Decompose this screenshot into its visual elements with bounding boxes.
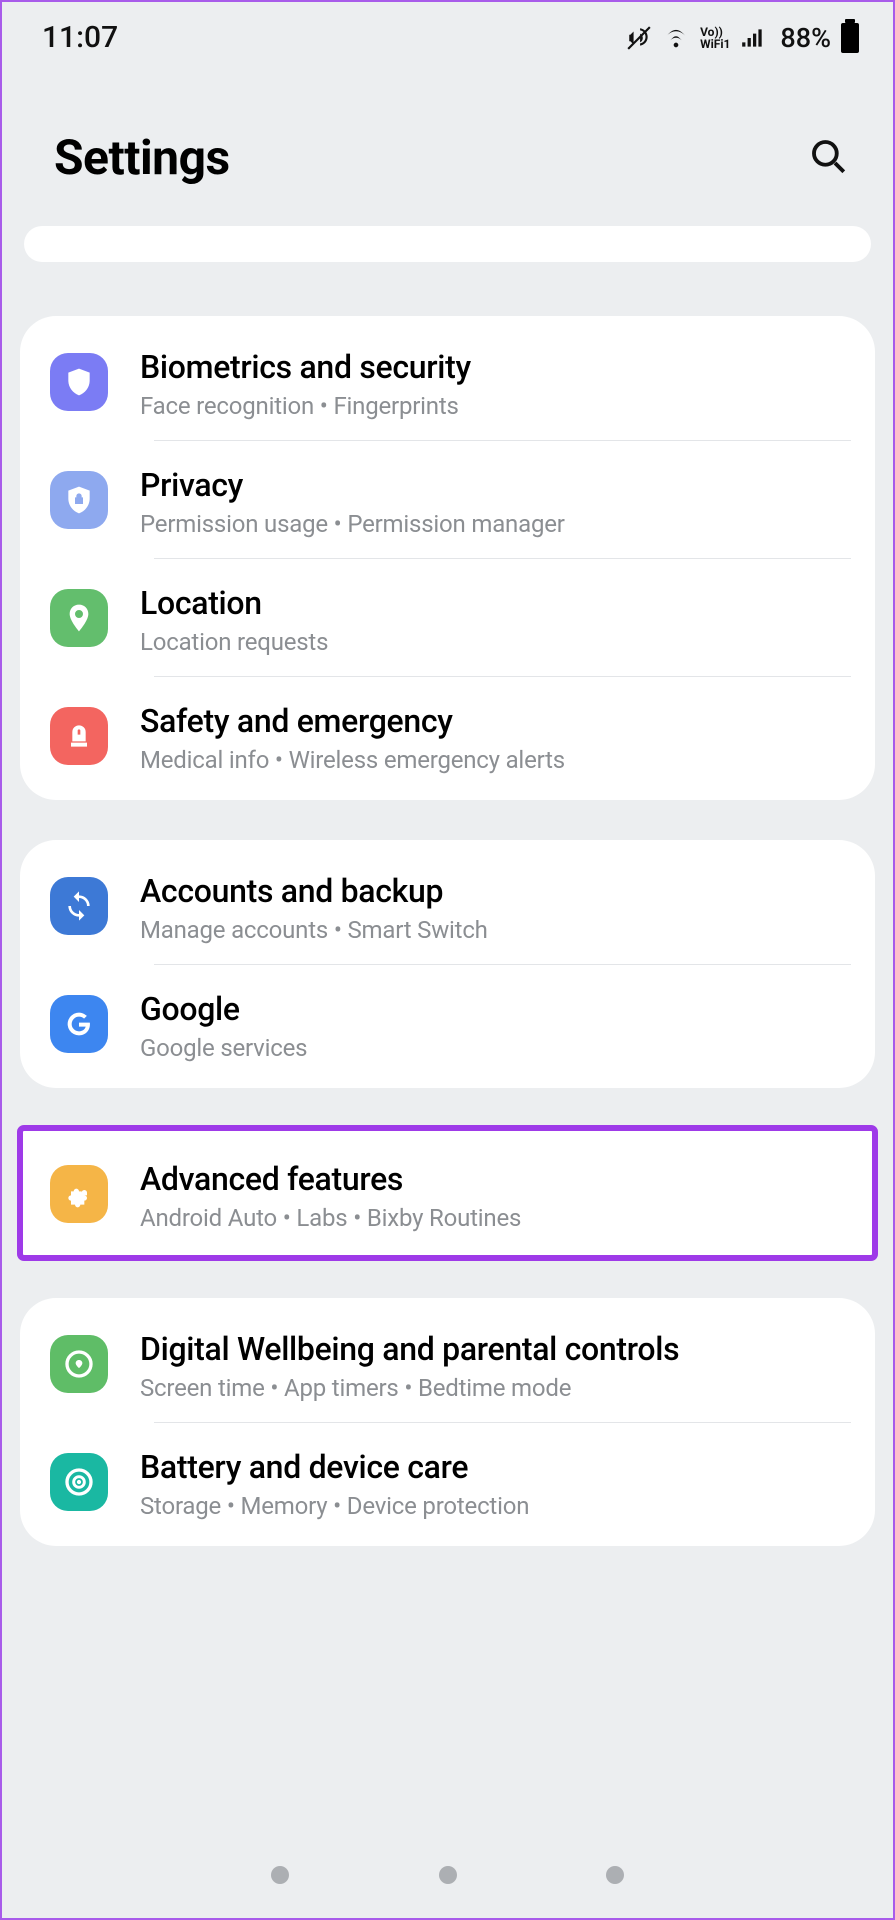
item-digital-wellbeing[interactable]: Digital Wellbeing and parental controls … <box>20 1304 875 1422</box>
item-subtitle: Storage • Memory • Device protection <box>140 1492 851 1520</box>
status-time: 11:07 <box>42 20 118 55</box>
item-title: Accounts and backup <box>140 872 851 910</box>
item-google[interactable]: Google Google services <box>20 964 875 1082</box>
item-battery-device-care[interactable]: Battery and device care Storage • Memory… <box>20 1422 875 1540</box>
settings-group: Biometrics and security Face recognition… <box>20 316 875 800</box>
item-title: Digital Wellbeing and parental controls <box>140 1330 851 1368</box>
sync-icon <box>50 877 108 935</box>
battery-icon <box>841 23 859 53</box>
item-subtitle: Location requests <box>140 628 851 656</box>
item-subtitle: Manage accounts • Smart Switch <box>140 916 851 944</box>
item-title: Safety and emergency <box>140 702 851 740</box>
privacy-shield-icon <box>50 471 108 529</box>
vowifi-icon: Vo))WiFi1 <box>700 26 730 50</box>
item-title: Battery and device care <box>140 1448 851 1486</box>
status-bar: 11:07 Vo))WiFi1 88% <box>2 2 893 65</box>
item-subtitle: Google services <box>140 1034 851 1062</box>
item-advanced-features[interactable]: Advanced features Android Auto • Labs • … <box>20 1134 875 1252</box>
page-title: Settings <box>54 129 230 186</box>
nav-bar <box>2 1832 893 1918</box>
item-accounts-backup[interactable]: Accounts and backup Manage accounts • Sm… <box>20 846 875 964</box>
item-biometrics-security[interactable]: Biometrics and security Face recognition… <box>20 322 875 440</box>
wellbeing-icon <box>50 1335 108 1393</box>
signal-icon <box>740 25 766 51</box>
item-title: Google <box>140 990 851 1028</box>
settings-group: Accounts and backup Manage accounts • Sm… <box>20 840 875 1088</box>
mute-vibrate-icon <box>626 25 652 51</box>
item-subtitle: Face recognition • Fingerprints <box>140 392 851 420</box>
google-g-icon <box>50 995 108 1053</box>
item-privacy[interactable]: Privacy Permission usage • Permission ma… <box>20 440 875 558</box>
shield-icon <box>50 353 108 411</box>
item-subtitle: Medical info • Wireless emergency alerts <box>140 746 851 774</box>
siren-icon <box>50 707 108 765</box>
item-subtitle: Android Auto • Labs • Bixby Routines <box>140 1204 851 1232</box>
partial-card <box>24 226 871 262</box>
wifi-icon <box>662 24 690 52</box>
puzzle-icon <box>50 1165 108 1223</box>
item-subtitle: Permission usage • Permission manager <box>140 510 851 538</box>
nav-recents[interactable] <box>271 1866 289 1884</box>
item-location[interactable]: Location Location requests <box>20 558 875 676</box>
item-subtitle: Screen time • App timers • Bedtime mode <box>140 1374 851 1402</box>
header: Settings <box>2 65 893 226</box>
item-title: Advanced features <box>140 1160 851 1198</box>
status-battery: 88% <box>780 22 831 54</box>
search-icon[interactable] <box>807 135 849 181</box>
settings-group: Digital Wellbeing and parental controls … <box>20 1298 875 1546</box>
item-safety-emergency[interactable]: Safety and emergency Medical info • Wire… <box>20 676 875 794</box>
item-title: Location <box>140 584 851 622</box>
nav-home[interactable] <box>439 1866 457 1884</box>
settings-group-highlighted: Advanced features Android Auto • Labs • … <box>20 1128 875 1258</box>
nav-back[interactable] <box>606 1866 624 1884</box>
item-title: Biometrics and security <box>140 348 851 386</box>
item-title: Privacy <box>140 466 851 504</box>
location-pin-icon <box>50 589 108 647</box>
device-care-icon <box>50 1453 108 1511</box>
